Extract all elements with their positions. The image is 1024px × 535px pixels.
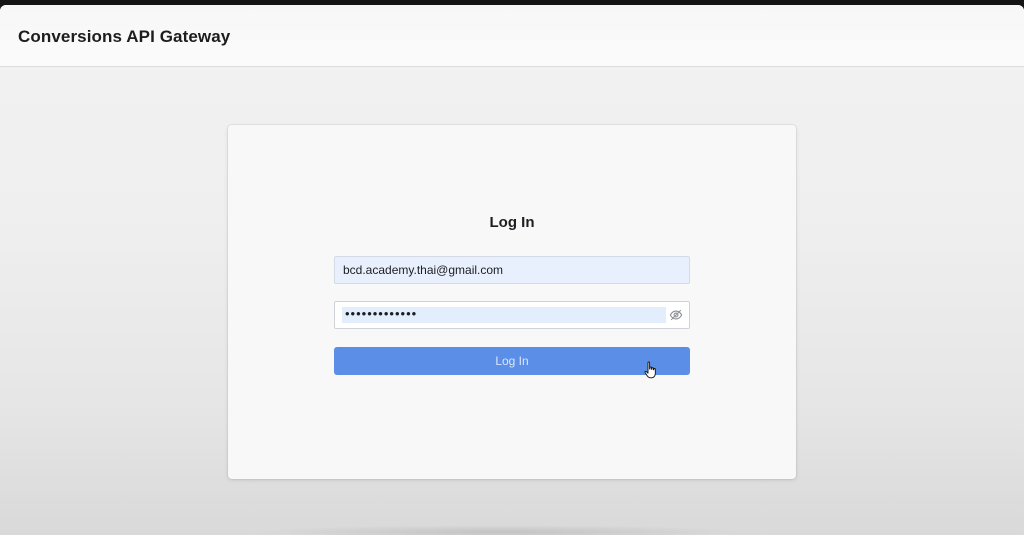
password-input-value[interactable]: ••••••••••••• (345, 305, 417, 323)
top-header: Conversions API Gateway (0, 5, 1024, 67)
login-button[interactable]: Log In (334, 347, 690, 375)
bottom-shadow-decoration (260, 525, 740, 535)
password-field[interactable]: ••••••••••••• (334, 301, 690, 329)
email-input[interactable] (343, 257, 673, 283)
login-heading: Log In (489, 214, 535, 231)
login-card: Log In ••••••••••••• Log In (228, 125, 796, 479)
eye-slash-icon[interactable] (669, 308, 683, 322)
hand-pointer-cursor-icon (644, 361, 656, 379)
email-field[interactable] (334, 256, 690, 284)
app-title: Conversions API Gateway (18, 27, 231, 46)
app-window: Conversions API Gateway Log In •••••••••… (0, 5, 1024, 535)
